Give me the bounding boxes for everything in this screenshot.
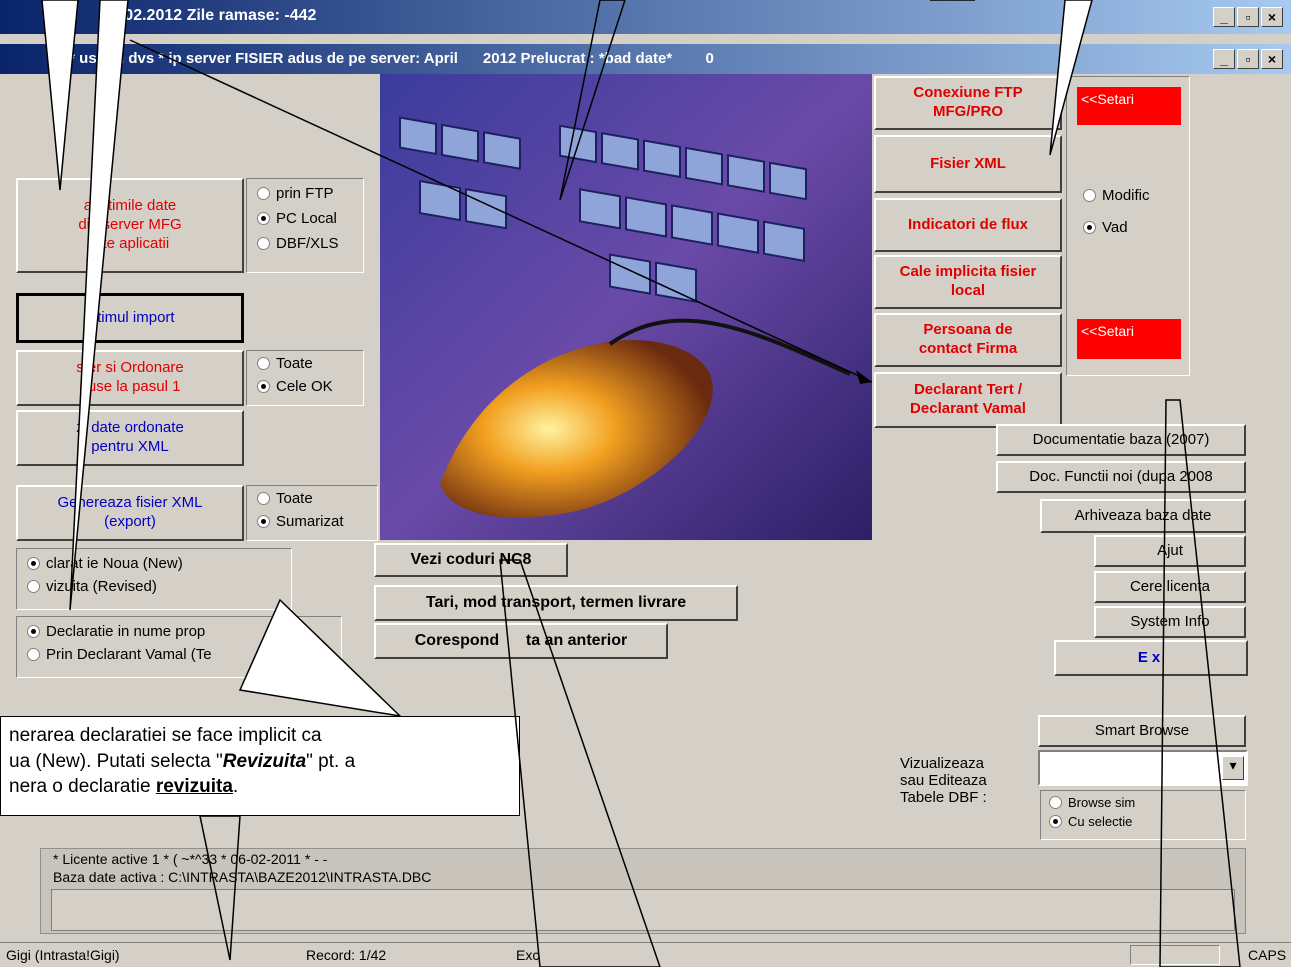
request-license-button[interactable]: Cere licenta — [1094, 571, 1246, 603]
radio-vad[interactable]: Vad — [1083, 219, 1128, 236]
status-user: Gigi (Intrasta!Gigi) — [6, 947, 120, 963]
radio-ftp[interactable]: prin FTP — [257, 185, 353, 202]
radio-with-selection[interactable]: Cu selectie — [1049, 814, 1237, 829]
info-textbox[interactable] — [51, 889, 1235, 931]
settings-button-2[interactable]: <<Setari — [1077, 319, 1181, 359]
import-source-group: prin FTP PC Local DBF/XLS — [246, 178, 364, 273]
ftp-connection-button[interactable]: Conexiune FTP MFG/PRO — [874, 76, 1062, 130]
radio-sumarizat[interactable]: Sumarizat — [257, 513, 367, 530]
previous-year-button[interactable]: Corespond ta an anterior — [374, 623, 668, 659]
radio-new[interactable]: clarat ie Noua (New) — [27, 555, 281, 572]
generate-xml-button[interactable]: Genereaza fisier XML (export) — [16, 485, 244, 541]
exit-button[interactable]: Ex — [1054, 640, 1248, 676]
callout-line-2: ua (New). Putati selecta "Revizuita" pt.… — [9, 750, 356, 772]
license-line: * Licente active 1 * ( ~*^33 * 06-02-201… — [53, 851, 328, 867]
status-caps: CAPS — [1248, 947, 1287, 963]
browse-label: Vizualizeaza sau Editeaza Tabele DBF : — [900, 755, 987, 806]
child-window-controls: _ ▫ × — [1213, 49, 1283, 69]
active-db-line: Baza date activa : C:\INTRASTA\BAZE2012\… — [53, 869, 432, 885]
system-info-button[interactable]: System Info — [1094, 606, 1246, 638]
transfer-order-button[interactable]: sfer si Ordonare duse la pasul 1 — [16, 350, 244, 406]
status-exclusive: Exc — [516, 947, 540, 963]
contact-person-button[interactable]: Persoana de contact Firma — [874, 313, 1062, 367]
browse-mode-group: Browse sim Cu selectie — [1040, 790, 1246, 840]
xml-file-button[interactable]: Fisier XML — [874, 135, 1062, 193]
radio-own-name[interactable]: Declaratie in nume prop — [27, 623, 331, 640]
radio-cele-ok[interactable]: Cele OK — [257, 378, 353, 395]
radio-customs-agent[interactable]: Prin Declarant Vamal (Te — [27, 646, 331, 663]
radio-dbf-xls[interactable]: DBF/XLS — [257, 235, 353, 252]
status-bar: Gigi (Intrasta!Gigi) Record: 1/42 Exc CA… — [0, 942, 1291, 967]
new-functions-doc-button[interactable]: Doc. Functii noi (dupa 2008 — [996, 461, 1246, 493]
window-controls: _ ▫ × — [1213, 7, 1283, 27]
documentation-button[interactable]: Documentatie baza (2007) — [996, 424, 1246, 456]
view-ordered-button[interactable]: zi date ordonate pentru XML — [16, 410, 244, 466]
radio-modific[interactable]: Modific — [1083, 187, 1150, 204]
flow-indicators-button[interactable]: Indicatori de flux — [874, 198, 1062, 252]
settings-panel: <<Setari Modific Vad <<Setari — [1066, 76, 1190, 376]
transfer-filter-group: Toate Cele OK — [246, 350, 364, 406]
export-filter-group: Toate Sumarizat — [246, 485, 378, 541]
table-select[interactable]: ▾ — [1038, 750, 1248, 786]
declaration-type-group: clarat ie Noua (New) vizuita (Revised) — [16, 548, 292, 610]
child-close-button[interactable]: × — [1261, 49, 1283, 69]
status-cell — [1130, 945, 1220, 965]
callout-line-1: nerarea declaratiei se face implicit ca — [9, 725, 322, 746]
radio-browse-simple[interactable]: Browse sim — [1049, 795, 1237, 810]
radio-pc-local[interactable]: PC Local — [257, 210, 353, 227]
last-import-button[interactable]: ultimul import — [16, 293, 244, 343]
nc8-codes-button[interactable]: Vezi coduri NC8 — [374, 543, 568, 577]
help-button[interactable]: Ajut — [1094, 535, 1246, 567]
close-button[interactable]: × — [1261, 7, 1283, 27]
declarant-group: Declaratie in nume prop Prin Declarant V… — [16, 616, 342, 678]
app-title-bar: A 202.2012 Zile ramase: -442 _ ▫ × — [0, 0, 1291, 34]
splash-image — [380, 74, 872, 540]
help-callout: nerarea declaratiei se face implicit ca … — [0, 716, 520, 816]
status-record: Record: 1/42 — [306, 947, 387, 963]
radio-revised[interactable]: vizuita (Revised) — [27, 578, 281, 595]
import-button[interactable]: a ultimile date din server MFG alte apli… — [16, 178, 244, 273]
minimize-button[interactable]: _ — [1213, 7, 1235, 27]
child-maximize-button[interactable]: ▫ — [1237, 49, 1259, 69]
countries-transport-button[interactable]: Tari, mod transport, termen livrare — [374, 585, 738, 621]
radio-toate-5[interactable]: Toate — [257, 490, 367, 507]
maximize-button[interactable]: ▫ — [1237, 7, 1259, 27]
child-title-bar: t * userul dvs * ip server FISIER adus d… — [0, 44, 1291, 74]
app-title: A 202.2012 Zile ramase: -442 — [100, 7, 317, 24]
third-party-declarant-button[interactable]: Declarant Tert / Declarant Vamal — [874, 372, 1062, 428]
smart-browse-button[interactable]: Smart Browse — [1038, 715, 1246, 747]
license-panel: * Licente active 1 * ( ~*^33 * 06-02-201… — [40, 848, 1246, 934]
archive-db-button[interactable]: Arhiveaza baza date — [1040, 499, 1246, 533]
radio-toate-3[interactable]: Toate — [257, 355, 353, 372]
settings-button-1[interactable]: <<Setari — [1077, 87, 1181, 125]
callout-line-3: nera o declaratie revizuita. — [9, 776, 239, 798]
chevron-down-icon[interactable]: ▾ — [1222, 756, 1244, 780]
child-minimize-button[interactable]: _ — [1213, 49, 1235, 69]
default-path-button[interactable]: Cale implicita fisier local — [874, 255, 1062, 309]
child-title: t * userul dvs * ip server FISIER adus d… — [60, 50, 714, 67]
